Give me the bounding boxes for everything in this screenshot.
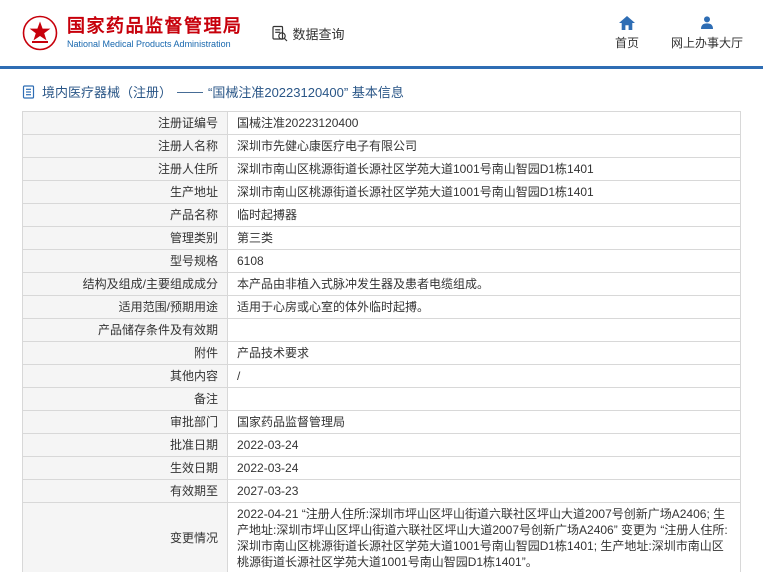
brand[interactable]: 国家药品监督管理局 National Medical Products Admi…: [22, 15, 243, 51]
row-value: 深圳市南山区桃源街道长源社区学苑大道1001号南山智园D1栋1401: [228, 181, 741, 204]
table-row: 注册人名称深圳市先健心康医疗电子有限公司: [23, 135, 741, 158]
breadcrumb-category[interactable]: 境内医疗器械（注册）: [42, 82, 172, 101]
row-label: 结构及组成/主要组成成分: [23, 273, 228, 296]
row-value: 深圳市先健心康医疗电子有限公司: [228, 135, 741, 158]
row-label: 适用范围/预期用途: [23, 296, 228, 319]
row-label: 其他内容: [23, 365, 228, 388]
table-row: 备注: [23, 388, 741, 411]
row-label: 生效日期: [23, 457, 228, 480]
table-row: 注册人住所深圳市南山区桃源街道长源社区学苑大道1001号南山智园D1栋1401: [23, 158, 741, 181]
table-row: 有效期至2027-03-23: [23, 480, 741, 503]
row-value: 国家药品监督管理局: [228, 411, 741, 434]
header-right-nav: 首页 网上办事大厅: [615, 15, 743, 51]
breadcrumb: 境内医疗器械（注册） —— “国械注准20223120400” 基本信息: [0, 69, 763, 111]
table-row: 型号规格6108: [23, 250, 741, 273]
row-value: 产品技术要求: [228, 342, 741, 365]
row-label: 产品名称: [23, 204, 228, 227]
row-value: 2022-03-24: [228, 434, 741, 457]
table-row: 附件产品技术要求: [23, 342, 741, 365]
agency-name-en: National Medical Products Administration: [67, 39, 243, 49]
row-label: 备注: [23, 388, 228, 411]
row-label: 注册人名称: [23, 135, 228, 158]
breadcrumb-title: “国械注准20223120400” 基本信息: [208, 82, 404, 101]
table-row: 变更情况2022-04-21 “注册人住所:深圳市坪山区坪山街道六联社区坪山大道…: [23, 503, 741, 572]
home-icon: [619, 15, 635, 30]
row-label: 批准日期: [23, 434, 228, 457]
row-label: 型号规格: [23, 250, 228, 273]
row-value: 本产品由非植入式脉冲发生器及患者电缆组成。: [228, 273, 741, 296]
table-row: 结构及组成/主要组成成分本产品由非植入式脉冲发生器及患者电缆组成。: [23, 273, 741, 296]
table-row: 生产地址深圳市南山区桃源街道长源社区学苑大道1001号南山智园D1栋1401: [23, 181, 741, 204]
table-row: 批准日期2022-03-24: [23, 434, 741, 457]
row-label: 注册证编号: [23, 112, 228, 135]
data-query-icon: [271, 25, 288, 42]
table-row: 注册证编号国械注准20223120400: [23, 112, 741, 135]
data-query-label: 数据查询: [293, 24, 345, 43]
row-value: [228, 319, 741, 342]
row-value: 第三类: [228, 227, 741, 250]
table-row: 审批部门国家药品监督管理局: [23, 411, 741, 434]
row-label: 注册人住所: [23, 158, 228, 181]
nav-home[interactable]: 首页: [615, 15, 639, 51]
brand-text: 国家药品监督管理局 National Medical Products Admi…: [67, 16, 243, 49]
row-label: 管理类别: [23, 227, 228, 250]
table-row: 其他内容/: [23, 365, 741, 388]
nav-service-hall-label: 网上办事大厅: [671, 34, 743, 51]
row-value: /: [228, 365, 741, 388]
nav-home-label: 首页: [615, 34, 639, 51]
table-row: 产品储存条件及有效期: [23, 319, 741, 342]
national-emblem-logo: [22, 15, 58, 51]
row-value: 2027-03-23: [228, 480, 741, 503]
row-label: 附件: [23, 342, 228, 365]
nav-service-hall[interactable]: 网上办事大厅: [671, 15, 743, 51]
user-icon: [700, 15, 714, 30]
breadcrumb-separator: ——: [177, 84, 203, 99]
table-row: 管理类别第三类: [23, 227, 741, 250]
table-row: 产品名称临时起搏器: [23, 204, 741, 227]
table-row: 生效日期2022-03-24: [23, 457, 741, 480]
agency-name-cn: 国家药品监督管理局: [67, 16, 243, 37]
row-label: 变更情况: [23, 503, 228, 572]
row-value: 2022-04-21 “注册人住所:深圳市坪山区坪山街道六联社区坪山大道2007…: [228, 503, 741, 572]
row-value: 临时起搏器: [228, 204, 741, 227]
row-value: [228, 388, 741, 411]
row-label: 产品储存条件及有效期: [23, 319, 228, 342]
registration-info-table: 注册证编号国械注准20223120400注册人名称深圳市先健心康医疗电子有限公司…: [22, 111, 741, 572]
row-value: 6108: [228, 250, 741, 273]
table-row: 适用范围/预期用途适用于心房或心室的体外临时起搏。: [23, 296, 741, 319]
row-value: 深圳市南山区桃源街道长源社区学苑大道1001号南山智园D1栋1401: [228, 158, 741, 181]
document-icon: [22, 85, 35, 99]
site-header: 国家药品监督管理局 National Medical Products Admi…: [0, 0, 763, 66]
row-label: 生产地址: [23, 181, 228, 204]
row-value: 2022-03-24: [228, 457, 741, 480]
nav-data-query[interactable]: 数据查询: [271, 24, 345, 43]
row-label: 有效期至: [23, 480, 228, 503]
row-value: 适用于心房或心室的体外临时起搏。: [228, 296, 741, 319]
row-label: 审批部门: [23, 411, 228, 434]
row-value: 国械注准20223120400: [228, 112, 741, 135]
